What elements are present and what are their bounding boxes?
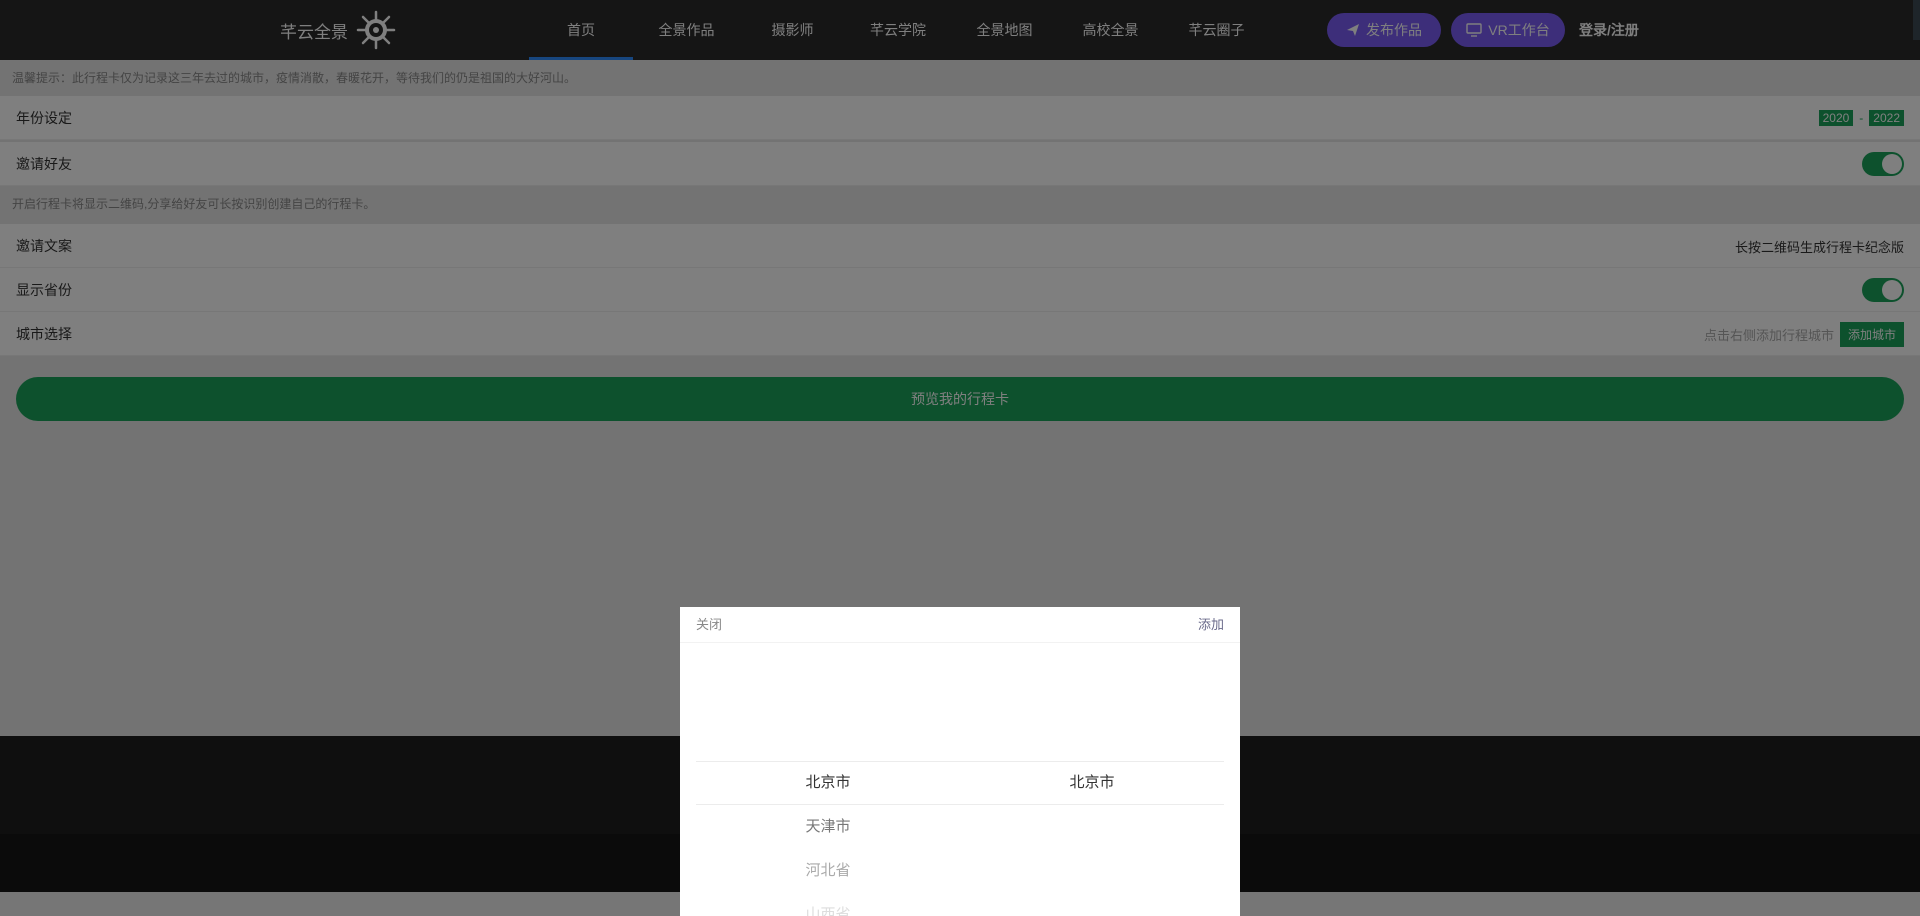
- picker-close-button[interactable]: 关闭: [696, 607, 722, 643]
- city-column[interactable]: 北京市: [960, 761, 1224, 805]
- province-option[interactable]: 河北省: [696, 849, 960, 893]
- province-option[interactable]: 天津市: [696, 805, 960, 849]
- city-option[interactable]: 北京市: [960, 761, 1224, 805]
- picker-toolbar: 关闭 添加: [680, 607, 1240, 643]
- city-picker-modal: 关闭 添加 北京市 天津市 河北省 山西省 北京市: [680, 607, 1240, 916]
- province-column[interactable]: 北京市 天津市 河北省 山西省: [696, 761, 960, 916]
- province-option[interactable]: 北京市: [696, 761, 960, 805]
- province-option[interactable]: 山西省: [696, 893, 960, 916]
- picker-add-button[interactable]: 添加: [1198, 607, 1224, 643]
